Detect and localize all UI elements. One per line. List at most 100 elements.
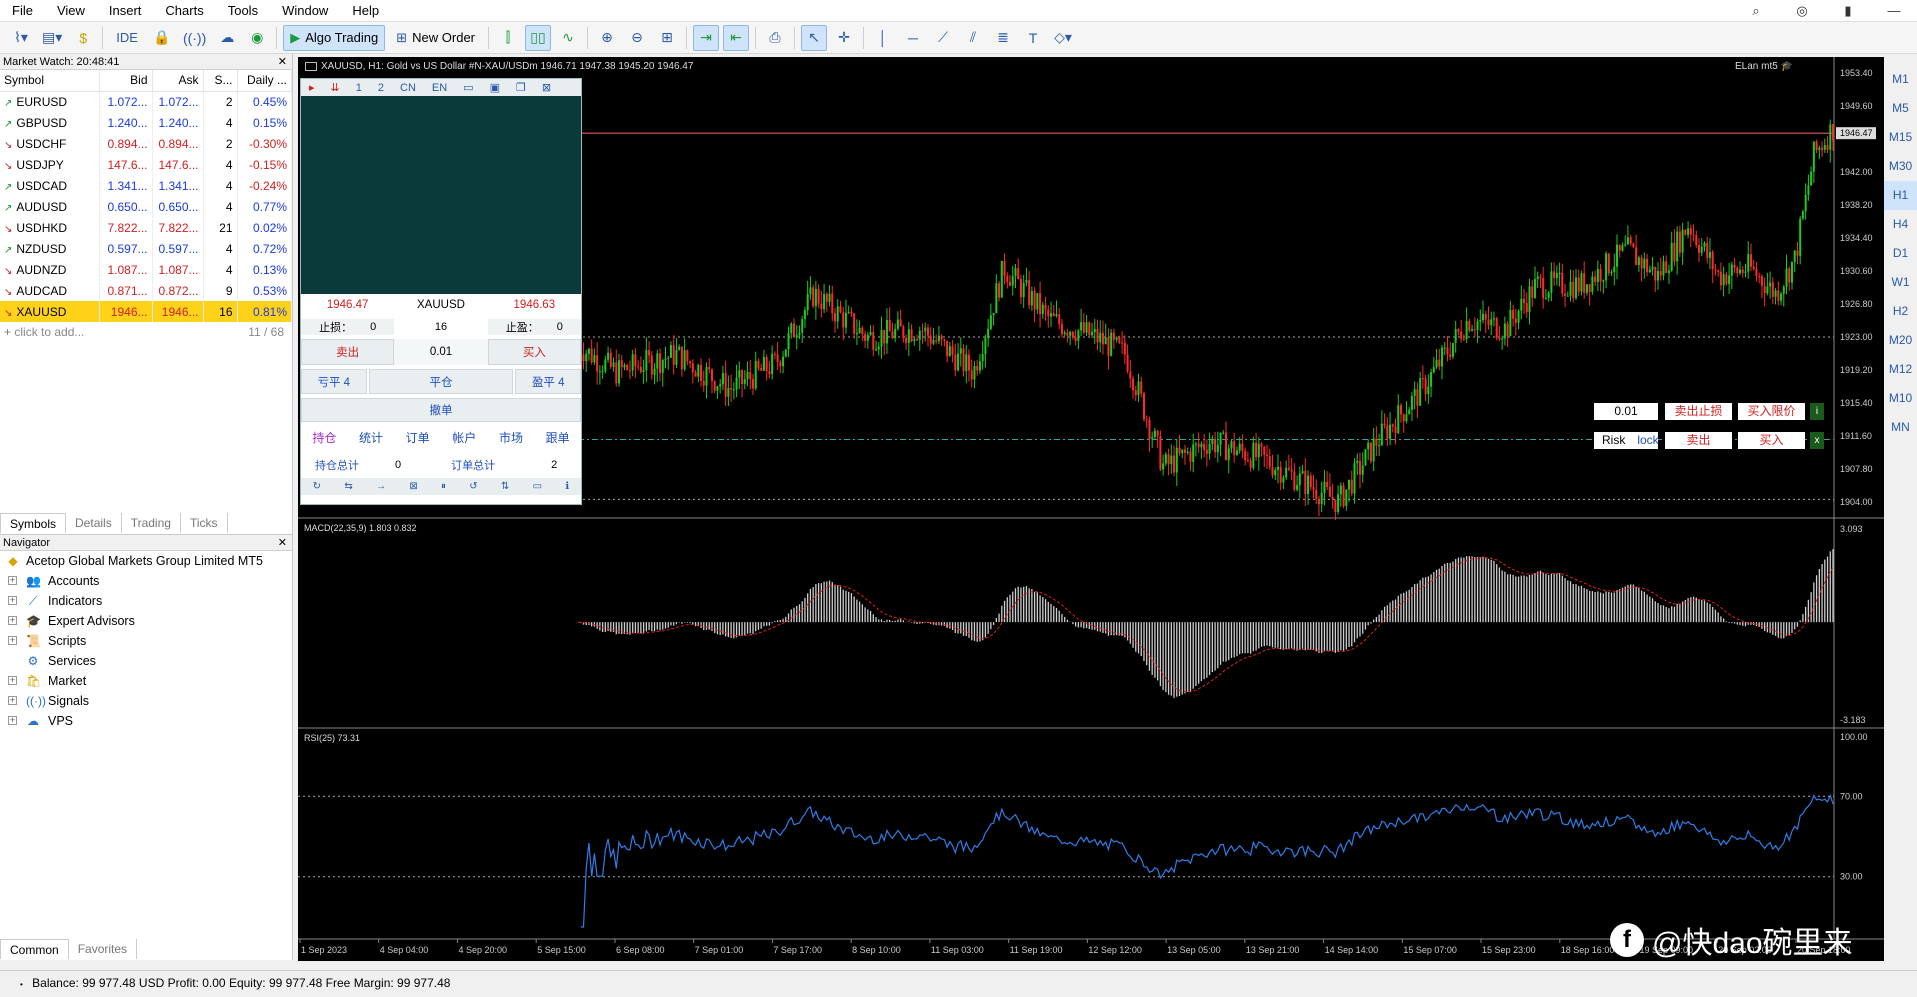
market-watch-row[interactable]: ↗ EURUSD 1.072... 1.072... 2 0.45% <box>0 91 292 112</box>
tp-image-icon[interactable]: ▣ <box>490 81 500 94</box>
tp-lot-input[interactable]: 0.01 <box>394 339 488 365</box>
close-icon[interactable]: ✕ <box>278 54 287 70</box>
tp-sell-button[interactable]: 卖出 <box>301 339 395 365</box>
nav-indicators[interactable]: + ⟋ Indicators <box>0 591 292 611</box>
market-watch-row[interactable]: ↘ USDJPY 147.6... 147.6... 4 -0.15% <box>0 154 292 175</box>
timeframe-m30[interactable]: M30 <box>1884 152 1917 181</box>
tp-tab-market[interactable]: 市场 <box>499 429 523 446</box>
overlay-close-icon[interactable]: x <box>1810 432 1824 449</box>
overlay-sell-button[interactable]: 卖出 <box>1665 432 1732 449</box>
menu-window[interactable]: Window <box>270 0 340 22</box>
tp-sl-input[interactable]: 0 <box>370 321 376 333</box>
tab-symbols[interactable]: Symbols <box>0 513 67 533</box>
line-chart-icon[interactable]: ∿ <box>555 25 581 51</box>
col-spread[interactable]: S... <box>203 70 238 92</box>
tab-trading[interactable]: Trading <box>122 513 181 533</box>
sort-icon[interactable]: ⇅ <box>501 481 509 492</box>
text-icon[interactable]: T <box>1020 25 1046 51</box>
nav-signals[interactable]: + ((·)) Signals <box>0 691 292 711</box>
globe-icon[interactable]: ◉ <box>244 25 270 51</box>
cloud-icon[interactable]: ☁ <box>214 25 240 51</box>
algo-trading-button[interactable]: ▶ Algo Trading <box>283 24 386 51</box>
vertical-line-icon[interactable]: │ <box>870 25 896 51</box>
timeframe-m10[interactable]: M10 <box>1884 384 1917 413</box>
market-watch-row[interactable]: ↘ USDCHF 0.894... 0.894... 2 -0.30% <box>0 133 292 154</box>
profiles-icon[interactable]: ▤▾ <box>38 25 66 51</box>
search-icon[interactable]: ⌕ <box>1733 0 1779 22</box>
trendline-icon[interactable]: ⟋ <box>930 25 956 51</box>
timeframe-m15[interactable]: M15 <box>1884 123 1917 152</box>
swap-icon[interactable]: ⇆ <box>344 481 352 492</box>
timeframe-m5[interactable]: M5 <box>1884 94 1917 123</box>
market-watch-row[interactable]: ↗ USDCAD 1.341... 1.341... 4 -0.24% <box>0 175 292 196</box>
fibonacci-icon[interactable]: ≣ <box>990 25 1016 51</box>
click-to-add-row[interactable]: + click to add... 11 / 68 <box>0 322 292 343</box>
new-chart-icon[interactable]: ⌇▾ <box>8 25 34 51</box>
navigator-root[interactable]: ◆ Acetop Global Markets Group Limited MT… <box>0 551 292 571</box>
lock-icon[interactable]: 🔒 <box>149 25 175 51</box>
tab-favorites[interactable]: Favorites <box>69 939 138 959</box>
tp-tab-copy[interactable]: 跟单 <box>546 429 570 446</box>
tp-tab-2[interactable]: 2 <box>378 82 384 94</box>
zoom-out-icon[interactable]: ⊖ <box>624 25 650 51</box>
timeframe-h4[interactable]: H4 <box>1884 210 1917 239</box>
dollar-icon[interactable]: $ <box>70 25 96 51</box>
info-icon[interactable]: ℹ <box>565 481 569 492</box>
tp-close-icon[interactable]: ⊠ <box>542 81 551 94</box>
timeframe-mn[interactable]: MN <box>1884 413 1917 442</box>
timeframe-d1[interactable]: D1 <box>1884 239 1917 268</box>
tp-lang-en[interactable]: EN <box>432 82 447 94</box>
overlay-sell-stop-button[interactable]: 卖出止损 <box>1665 403 1732 420</box>
overlay-risk-lock[interactable]: Risk lock <box>1594 432 1659 449</box>
grid-icon[interactable]: ⊞ <box>654 25 680 51</box>
menu-file[interactable]: File <box>0 0 45 22</box>
menu-charts[interactable]: Charts <box>153 0 215 22</box>
shapes-icon[interactable]: ◇▾ <box>1050 25 1076 51</box>
nav-accounts[interactable]: + 👥 Accounts <box>0 571 292 591</box>
market-watch-row[interactable]: ↗ GBPUSD 1.240... 1.240... 4 0.15% <box>0 112 292 133</box>
ide-button[interactable]: IDE <box>109 25 145 51</box>
market-watch-row[interactable]: ↘ AUDCAD 0.871... 0.872... 9 0.53% <box>0 280 292 301</box>
overlay-lot-input[interactable]: 0.01 <box>1594 403 1658 420</box>
page-icon[interactable]: ▭ <box>533 481 542 492</box>
menu-tools[interactable]: Tools <box>216 0 270 22</box>
account-icon[interactable]: ◎ <box>1779 0 1825 22</box>
market-watch-row[interactable]: ↘ XAUUSD 1946... 1946... 16 0.81% <box>0 301 292 322</box>
nav-expert-advisors[interactable]: + 🎓 Expert Advisors <box>0 611 292 631</box>
tab-ticks[interactable]: Ticks <box>181 513 228 533</box>
candlestick-icon[interactable]: ▯▯ <box>525 24 552 51</box>
tp-tab-1[interactable]: 1 <box>356 82 362 94</box>
tp-tp-input[interactable]: 0 <box>557 321 563 333</box>
close-icon[interactable]: ✕ <box>278 535 287 551</box>
play-icon[interactable]: ▸ <box>309 81 315 94</box>
signal-icon[interactable]: ▮ <box>1825 0 1871 22</box>
tp-tab-orders[interactable]: 订单 <box>406 429 430 446</box>
tp-restore-icon[interactable]: ❐ <box>516 81 526 94</box>
tp-profit-close-button[interactable]: 盈平 4 <box>515 369 581 394</box>
overlay-buy-limit-button[interactable]: 买入限价 <box>1738 403 1805 420</box>
market-watch-row[interactable]: ↘ USDHKD 7.822... 7.822... 21 0.02% <box>0 217 292 238</box>
tab-common[interactable]: Common <box>0 939 69 959</box>
menu-insert[interactable]: Insert <box>97 0 154 22</box>
overlay-info-icon[interactable]: i <box>1810 403 1824 420</box>
market-watch-row[interactable]: ↗ AUDUSD 0.650... 0.650... 4 0.77% <box>0 196 292 217</box>
menu-view[interactable]: View <box>45 0 97 22</box>
timeframe-m20[interactable]: M20 <box>1884 326 1917 355</box>
screenshot-icon[interactable]: ⎙ <box>762 25 788 51</box>
arrow-right-icon[interactable]: → <box>376 481 386 492</box>
timeframe-w1[interactable]: W1 <box>1884 268 1917 297</box>
timeframe-m12[interactable]: M12 <box>1884 355 1917 384</box>
channel-icon[interactable]: ⫽ <box>960 25 986 51</box>
tp-window-icon[interactable]: ▭ <box>463 81 473 94</box>
nav-vps[interactable]: + ☁ VPS <box>0 711 292 731</box>
menu-help[interactable]: Help <box>340 0 391 22</box>
overlay-buy-button[interactable]: 买入 <box>1738 432 1805 449</box>
col-symbol[interactable]: Symbol <box>0 70 100 92</box>
tp-tab-account[interactable]: 帐户 <box>452 429 476 446</box>
crosshair-icon[interactable]: ✛ <box>831 25 857 51</box>
tp-cancel-button[interactable]: 撤单 <box>301 397 581 422</box>
tab-details[interactable]: Details <box>66 513 122 533</box>
timeframe-h2[interactable]: H2 <box>1884 297 1917 326</box>
timeframe-m1[interactable]: M1 <box>1884 65 1917 94</box>
tp-loss-close-button[interactable]: 亏平 4 <box>301 369 367 394</box>
